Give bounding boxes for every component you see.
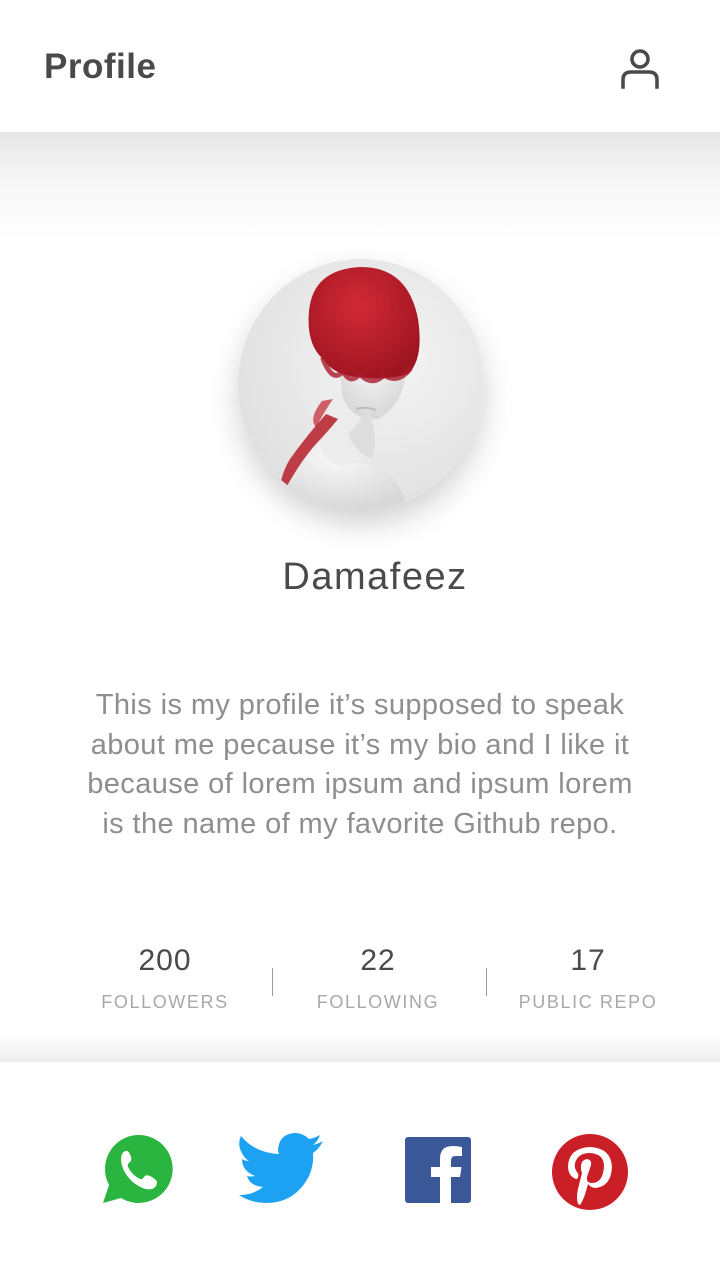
stat-label: FOLLOWING — [316, 992, 440, 1012]
social-bar — [0, 1062, 720, 1280]
stat-label: PUBLIC REPO — [518, 992, 658, 1012]
social-bar-shadow — [0, 1034, 720, 1062]
facebook-button[interactable] — [405, 1137, 471, 1203]
stat-value: 22 — [360, 944, 396, 977]
app-bar: Profile — [0, 0, 720, 132]
stat-label: FOLLOWERS — [101, 992, 229, 1012]
user-icon — [621, 49, 659, 89]
twitter-icon — [239, 1133, 323, 1203]
twitter-button[interactable] — [237, 1133, 325, 1205]
pinterest-icon — [552, 1134, 628, 1210]
whatsapp-icon — [103, 1134, 173, 1203]
profile-button[interactable] — [612, 44, 668, 92]
profile-name: Damafeez — [282, 556, 468, 598]
whatsapp-button[interactable] — [101, 1133, 173, 1205]
stat-value: 17 — [570, 944, 606, 977]
pinterest-button[interactable] — [551, 1133, 629, 1211]
page-title: Profile — [44, 47, 157, 86]
avatar — [238, 259, 484, 510]
profile-bio: This is my profile it’s supposed to spea… — [87, 689, 633, 840]
stat-public-repo[interactable]: 17 PUBLIC REPO — [481, 944, 695, 1013]
stat-following[interactable]: 22 FOLLOWING — [271, 944, 485, 1013]
app-bar-shadow — [0, 132, 720, 242]
stat-value: 200 — [138, 944, 192, 977]
avatar-photo — [268, 267, 420, 510]
stat-followers[interactable]: 200 FOLLOWERS — [58, 944, 272, 1013]
facebook-icon — [405, 1137, 471, 1203]
